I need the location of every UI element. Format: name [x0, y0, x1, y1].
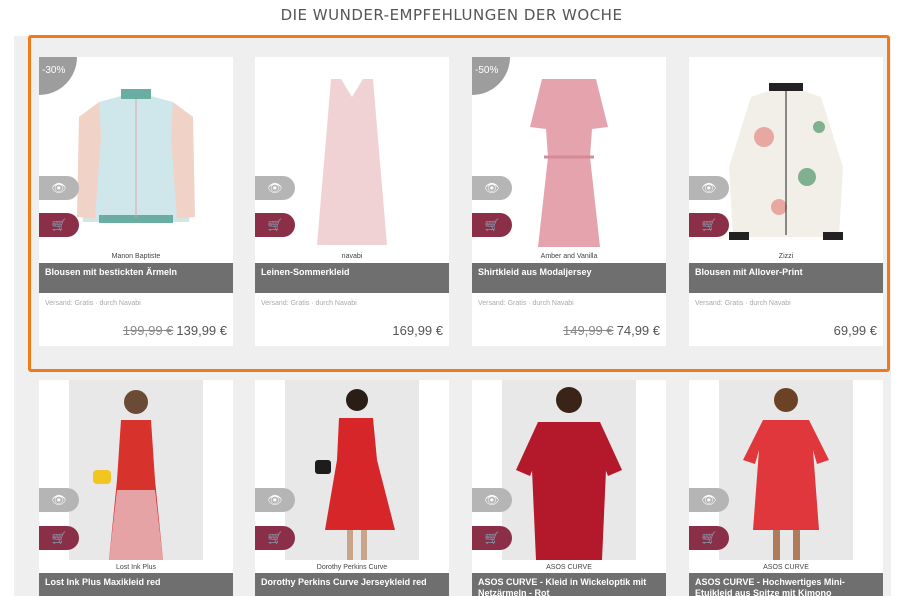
product-brand: Lost Ink Plus [115, 564, 157, 571]
old-price: 149,99 € [563, 323, 614, 338]
current-price: 69,99 € [833, 323, 877, 338]
price-block: 169,99 € [392, 323, 443, 338]
product-title[interactable]: Blousen mit bestickten Ärmeln [39, 263, 233, 293]
cart-icon: 🛒 [51, 531, 67, 545]
product-title[interactable]: Shirtkleid aus Modaljersey [472, 263, 666, 293]
product-card[interactable]: 👁 🛒 navabi Leinen-Sommerkleid Versand: G… [255, 57, 449, 346]
product-title[interactable]: ASOS CURVE - Hochwertiges Mini-Etuikleid… [689, 573, 883, 596]
shipping-info: Versand: Gratis · durch Navabi [45, 300, 141, 307]
add-to-cart-button[interactable]: 🛒 [689, 213, 729, 237]
cart-icon: 🛒 [701, 531, 717, 545]
quick-view-button[interactable]: 👁 [472, 176, 512, 200]
product-brand: Amber and Vanilla [540, 253, 598, 260]
product-title[interactable]: Leinen-Sommerkleid [255, 263, 449, 293]
product-card[interactable]: 👁 🛒 ASOS CURVE ASOS CURVE - Hochwertiges… [689, 380, 883, 596]
cart-icon: 🛒 [484, 531, 500, 545]
current-price: 169,99 € [392, 323, 443, 338]
eye-icon: 👁 [701, 181, 717, 195]
product-card[interactable]: 👁 🛒 Lost Ink Plus Lost Ink Plus Maxiklei… [39, 380, 233, 596]
product-card[interactable]: 👁 🛒 Dorothy Perkins Curve Dorothy Perkin… [255, 380, 449, 596]
shipping-info: Versand: Gratis · durch Navabi [261, 300, 357, 307]
eye-icon: 👁 [484, 181, 500, 195]
quick-view-button[interactable]: 👁 [472, 488, 512, 512]
eye-icon: 👁 [701, 493, 717, 507]
add-to-cart-button[interactable]: 🛒 [689, 526, 729, 550]
quick-view-button[interactable]: 👁 [39, 488, 79, 512]
price-block: 199,99 €139,99 € [123, 323, 227, 338]
add-to-cart-button[interactable]: 🛒 [39, 526, 79, 550]
cart-icon: 🛒 [701, 218, 717, 232]
product-brand: ASOS CURVE [546, 564, 592, 571]
product-title[interactable]: ASOS CURVE - Kleid in Wickeloptik mit Ne… [472, 573, 666, 596]
add-to-cart-button[interactable]: 🛒 [255, 213, 295, 237]
price-block: 149,99 €74,99 € [563, 323, 660, 338]
add-to-cart-button[interactable]: 🛒 [472, 213, 512, 237]
add-to-cart-button[interactable]: 🛒 [472, 526, 512, 550]
product-card[interactable]: -50% 👁 🛒 Amber and Vanilla Shirtkleid au… [472, 57, 666, 346]
eye-icon: 👁 [51, 181, 67, 195]
add-to-cart-button[interactable]: 🛒 [39, 213, 79, 237]
quick-view-button[interactable]: 👁 [39, 176, 79, 200]
section-heading: DIE WUNDER-EMPFEHLUNGEN DER WOCHE [280, 6, 623, 24]
eye-icon: 👁 [484, 493, 500, 507]
price-block: 69,99 € [834, 323, 877, 338]
product-card[interactable]: 👁 🛒 ASOS CURVE ASOS CURVE - Kleid in Wic… [472, 380, 666, 596]
product-brand: Zizzi [778, 253, 794, 260]
eye-icon: 👁 [51, 493, 67, 507]
product-brand: ASOS CURVE [763, 564, 809, 571]
product-brand: Manon Baptiste [111, 253, 161, 260]
shipping-info: Versand: Gratis · durch Navabi [478, 300, 574, 307]
old-price: 199,99 € [122, 323, 174, 338]
product-card[interactable]: 👁 🛒 Zizzi Blousen mit Allover-Print Vers… [689, 57, 883, 346]
eye-icon: 👁 [267, 493, 283, 507]
current-price: 139,99 € [176, 323, 227, 338]
shipping-info: Versand: Gratis · durch Navabi [695, 300, 791, 307]
quick-view-button[interactable]: 👁 [689, 176, 729, 200]
cart-icon: 🛒 [267, 531, 283, 545]
cart-icon: 🛒 [267, 218, 283, 232]
product-title[interactable]: Lost Ink Plus Maxikleid red [39, 573, 233, 596]
quick-view-button[interactable]: 👁 [255, 488, 295, 512]
add-to-cart-button[interactable]: 🛒 [255, 526, 295, 550]
quick-view-button[interactable]: 👁 [689, 488, 729, 512]
cart-icon: 🛒 [51, 218, 67, 232]
cart-icon: 🛒 [484, 218, 500, 232]
product-title[interactable]: Dorothy Perkins Curve Jerseykleid red [255, 573, 449, 596]
current-price: 74,99 € [616, 323, 660, 338]
product-card[interactable]: -30% 👁 🛒 Manon Baptiste Blousen mit best… [39, 57, 233, 346]
product-brand: navabi [341, 253, 363, 260]
product-brand: Dorothy Perkins Curve [316, 564, 388, 571]
quick-view-button[interactable]: 👁 [255, 176, 295, 200]
product-title[interactable]: Blousen mit Allover-Print [689, 263, 883, 293]
eye-icon: 👁 [267, 181, 283, 195]
